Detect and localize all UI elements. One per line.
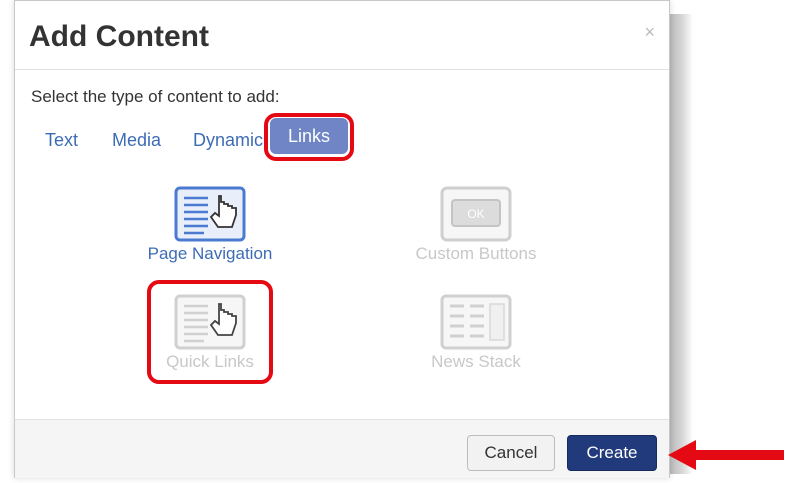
custom-buttons-label: Custom Buttons (415, 244, 537, 263)
add-content-dialog: Add Content × Select the type of content… (14, 0, 670, 478)
content-type-prompt: Select the type of content to add: (31, 87, 280, 106)
news-stack-label: News Stack (431, 352, 521, 371)
custom-buttons-ok-text: OK (467, 207, 484, 221)
custom-buttons-icon: OK (440, 186, 512, 242)
arrow-icon (668, 440, 784, 470)
tab-media[interactable]: Media (112, 130, 161, 151)
dialog-title: Add Content (29, 20, 209, 53)
news-stack-option: News Stack (396, 294, 556, 372)
page-navigation-option[interactable]: Page Navigation (130, 186, 290, 264)
close-icon[interactable]: × (644, 23, 655, 41)
tab-dynamic[interactable]: Dynamic (193, 130, 263, 151)
tab-text[interactable]: Text (45, 130, 78, 151)
page-navigation-label: Page Navigation (147, 244, 273, 263)
links-tab-highlight (264, 113, 354, 161)
dialog-header: Add Content × (15, 1, 669, 70)
page-navigation-icon (174, 186, 246, 242)
news-stack-icon (440, 294, 512, 350)
cancel-button[interactable]: Cancel (467, 435, 555, 471)
quick-links-highlight (147, 280, 273, 384)
create-button[interactable]: Create (567, 435, 657, 471)
custom-buttons-option: OK Custom Buttons (396, 186, 556, 264)
